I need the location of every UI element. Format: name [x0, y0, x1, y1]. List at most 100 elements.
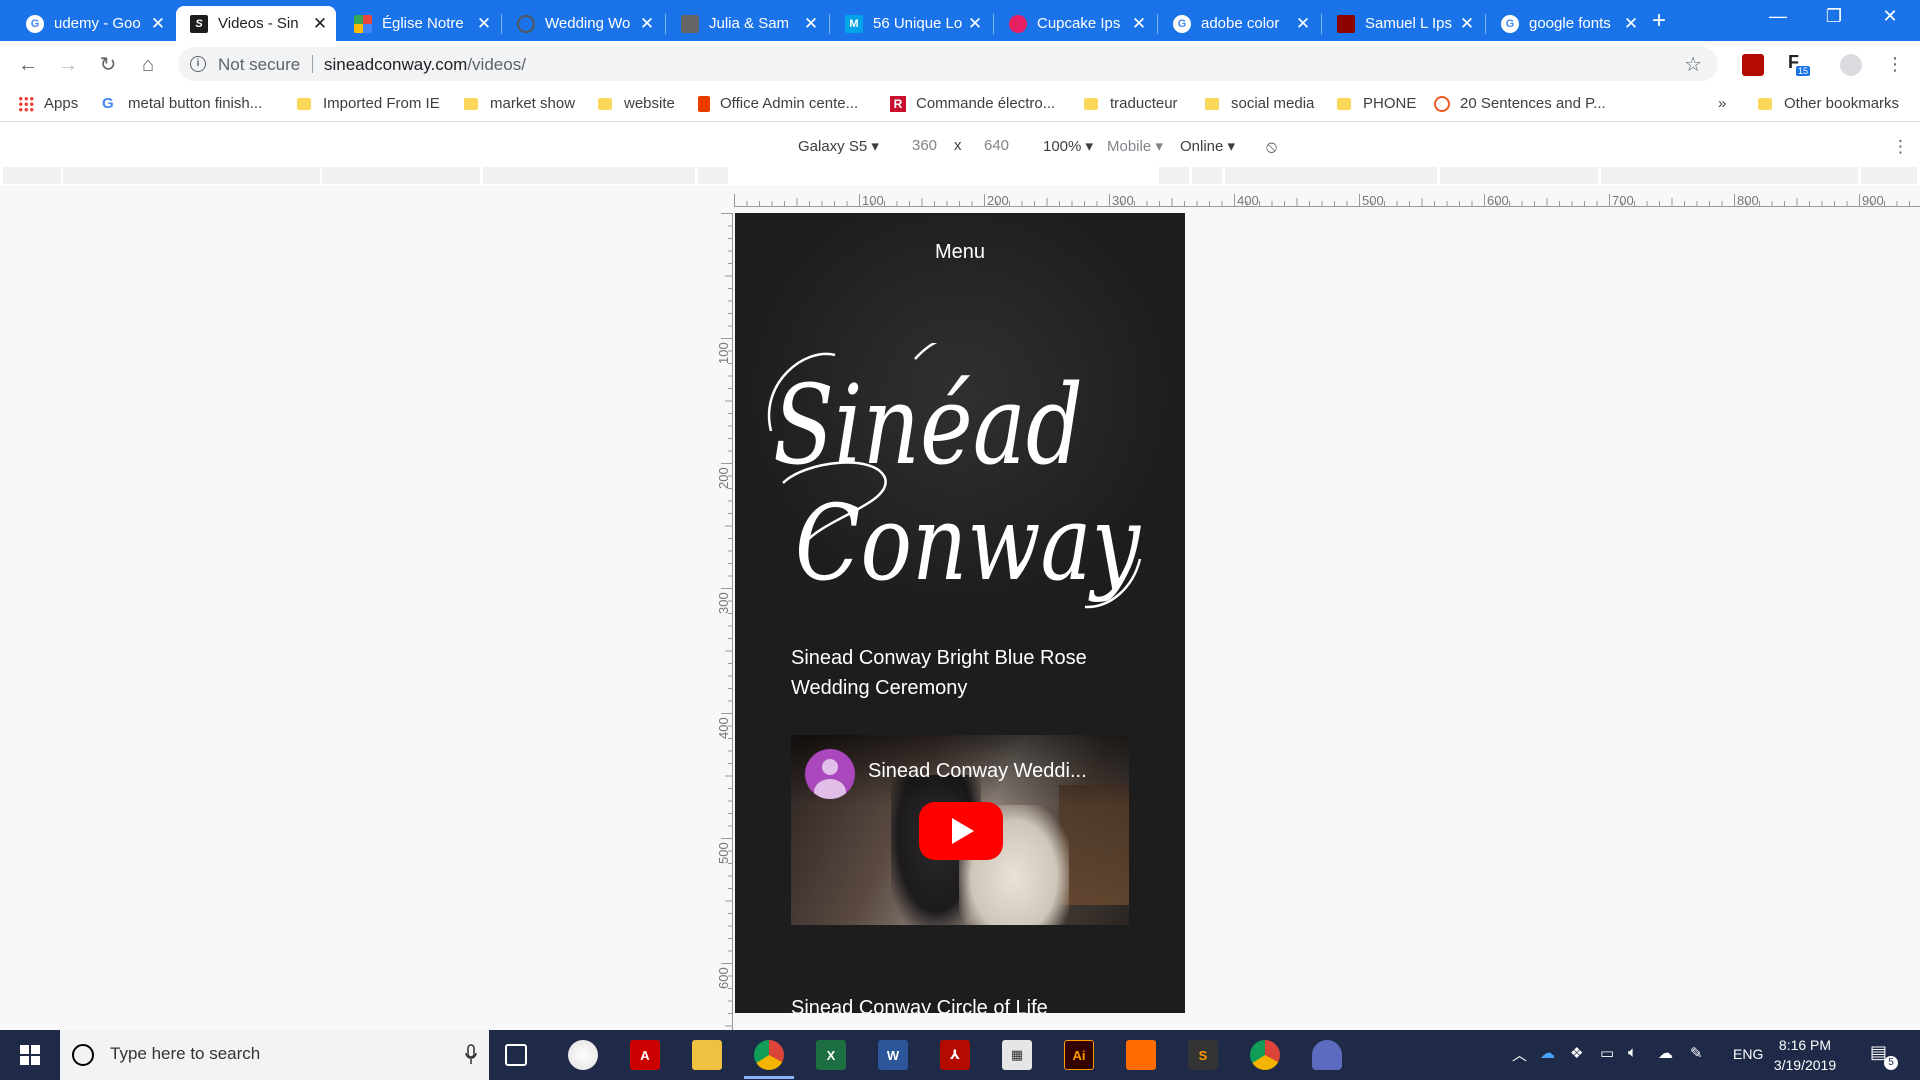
bookmark-phone[interactable]: PHONE	[1337, 95, 1416, 112]
excel-icon[interactable]: X	[816, 1040, 846, 1070]
language-indicator[interactable]: ENG	[1733, 1046, 1763, 1062]
folder-icon	[598, 97, 612, 110]
calculator-icon[interactable]: ▦	[1002, 1040, 1032, 1070]
bookmark-office-admin[interactable]: Office Admin cente...	[698, 95, 858, 112]
close-icon[interactable]: ✕	[148, 14, 168, 34]
forward-icon[interactable]: →	[54, 51, 82, 79]
bookmark-market-show[interactable]: market show	[464, 95, 575, 112]
tab-julia-sam[interactable]: Julia & Sam ✕	[667, 6, 827, 41]
close-icon[interactable]: ✕	[1621, 14, 1641, 34]
media-query-bar[interactable]	[0, 167, 1920, 185]
site-logo[interactable]: Sinéad Conway	[765, 343, 1165, 613]
volume-icon[interactable]: 🔈︎	[1628, 1044, 1637, 1061]
video-embed[interactable]: Sinead Conway Weddi...	[791, 735, 1129, 925]
close-icon[interactable]: ✕	[965, 14, 985, 34]
info-icon[interactable]: i	[190, 56, 206, 72]
pen-icon[interactable]: ✎	[1690, 1044, 1703, 1062]
illustrator-icon[interactable]: Ai	[1064, 1040, 1094, 1070]
tab-udemy[interactable]: G udemy - Goo ✕	[12, 6, 174, 41]
close-icon[interactable]: ✕	[310, 14, 330, 34]
close-icon[interactable]: ✕	[474, 14, 494, 34]
minimize-icon[interactable]: —	[1758, 6, 1798, 27]
height-input[interactable]: 640	[984, 137, 1009, 154]
tab-samuel[interactable]: Samuel L Ips ✕	[1323, 6, 1483, 41]
tab-56-unique[interactable]: M 56 Unique Lo ✕	[831, 6, 991, 41]
close-icon[interactable]: ✕	[1129, 14, 1149, 34]
bookmarks-overflow-button[interactable]: »	[1718, 95, 1726, 112]
acrobat-icon[interactable]: A	[630, 1040, 660, 1070]
url-text[interactable]: sineadconway.com/videos/	[324, 55, 526, 75]
bookmark-20-sentences[interactable]: 20 Sentences and P...	[1434, 95, 1606, 112]
channel-avatar[interactable]	[805, 749, 855, 799]
acrobat-reader-icon[interactable]: ⅄	[940, 1040, 970, 1070]
chevron-up-icon[interactable]: ︿	[1512, 1044, 1527, 1065]
home-icon[interactable]: ⌂	[134, 51, 162, 79]
app-icon[interactable]	[1312, 1040, 1342, 1070]
mode-select[interactable]: Mobile ▾	[1107, 137, 1163, 155]
bookmark-website[interactable]: website	[598, 95, 675, 112]
word-icon[interactable]: W	[878, 1040, 908, 1070]
logo-line2: Conway	[795, 482, 1141, 604]
address-bar[interactable]: i Not secure sineadconway.com/videos/ ☆	[178, 47, 1718, 81]
menu-link[interactable]: Menu	[735, 241, 1185, 264]
folder-icon	[1084, 97, 1098, 110]
back-icon[interactable]: ←	[14, 51, 42, 79]
video-player-title[interactable]: Sinead Conway Weddi...	[868, 760, 1087, 783]
new-tab-button[interactable]: +	[1652, 7, 1666, 35]
tab-cupcake[interactable]: Cupcake Ips ✕	[995, 6, 1155, 41]
zoom-label: 100%	[1043, 138, 1082, 155]
acrobat-extension-icon[interactable]	[1742, 54, 1764, 76]
task-view-icon[interactable]	[505, 1044, 527, 1066]
tab-title: Église Notre	[382, 15, 464, 32]
bookmark-commande[interactable]: R Commande électro...	[890, 95, 1055, 112]
tab-eglise[interactable]: Église Notre ✕	[340, 6, 500, 41]
logo-line1: Sinéad	[773, 361, 1083, 489]
google-icon: G	[26, 14, 44, 33]
battery-icon[interactable]: ▭	[1600, 1044, 1614, 1062]
restore-icon[interactable]: ❐	[1814, 6, 1854, 27]
bookmark-imported[interactable]: Imported From IE	[297, 95, 440, 112]
close-icon[interactable]: ✕	[1457, 14, 1477, 34]
bookmark-star-icon[interactable]: ☆	[1684, 52, 1702, 77]
reload-icon[interactable]: ↻	[94, 51, 122, 79]
tab-videos-active[interactable]: S Videos - Sin ✕	[176, 6, 336, 41]
bookmark-social-media[interactable]: social media	[1205, 95, 1314, 112]
close-icon[interactable]: ✕	[1293, 14, 1313, 34]
site-icon: S	[190, 14, 208, 33]
width-input[interactable]: 360	[912, 137, 937, 154]
file-explorer-icon[interactable]	[692, 1040, 722, 1070]
windows-start-icon[interactable]	[0, 1030, 60, 1080]
sublime-text-icon[interactable]: S	[1188, 1040, 1218, 1070]
chrome-icon[interactable]	[744, 1040, 794, 1079]
more-options-icon[interactable]: ⋮	[1892, 137, 1909, 157]
device-select[interactable]: Galaxy S5 ▾	[798, 137, 879, 155]
tab-adobe-color[interactable]: G adobe color ✕	[1159, 6, 1319, 41]
close-icon[interactable]: ✕	[637, 14, 657, 34]
bookmark-apps[interactable]: Apps	[18, 95, 78, 112]
dropbox-icon[interactable]: ❖	[1570, 1044, 1583, 1062]
tab-google-fonts[interactable]: G google fonts ✕	[1487, 6, 1647, 41]
clock[interactable]: 8:16 PM 3/19/2019	[1760, 1035, 1850, 1075]
network-select[interactable]: Online ▾	[1180, 137, 1235, 155]
security-label[interactable]: Not secure	[218, 55, 300, 75]
tab-wedding[interactable]: Wedding Wo ✕	[503, 6, 663, 41]
app-icon[interactable]	[1126, 1040, 1156, 1070]
rotate-icon[interactable]: ⦸	[1266, 137, 1277, 157]
bookmark-other[interactable]: Other bookmarks	[1758, 95, 1899, 112]
taskbar-search[interactable]: Type here to search	[60, 1030, 489, 1080]
cloud-upload-icon[interactable]: ☁	[1658, 1044, 1673, 1062]
menu-kebab-icon[interactable]: ⋮	[1884, 54, 1906, 76]
zoom-select[interactable]: 100% ▾	[1043, 137, 1093, 155]
close-window-icon[interactable]: ✕	[1870, 6, 1910, 27]
bookmark-label: Other bookmarks	[1784, 95, 1900, 112]
chrome-icon[interactable]	[1250, 1040, 1280, 1070]
microphone-icon[interactable]	[465, 1044, 477, 1066]
profile-avatar[interactable]	[1840, 54, 1862, 76]
paint-icon[interactable]	[568, 1040, 598, 1070]
onedrive-icon[interactable]: ☁	[1540, 1044, 1555, 1062]
feedly-extension-icon[interactable]: F 15	[1786, 52, 1811, 76]
bookmark-metal-button[interactable]: G metal button finish...	[102, 95, 262, 112]
play-button[interactable]	[919, 802, 1003, 860]
close-icon[interactable]: ✕	[801, 14, 821, 34]
bookmark-traducteur[interactable]: traducteur	[1084, 95, 1178, 112]
